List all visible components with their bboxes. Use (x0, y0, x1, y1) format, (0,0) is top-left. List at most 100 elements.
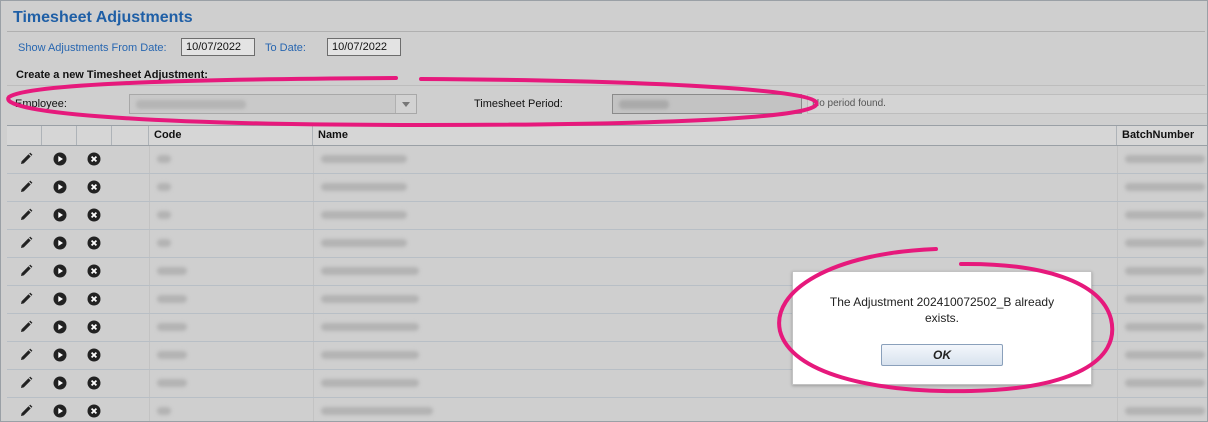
play-circle-icon[interactable] (53, 152, 67, 166)
from-date-input[interactable] (181, 38, 255, 56)
close-circle-icon[interactable] (87, 152, 101, 166)
name-cell-redacted (321, 295, 419, 303)
column-separator (1117, 146, 1118, 173)
column-separator (149, 146, 150, 173)
code-cell-redacted (157, 267, 187, 275)
column-separator (149, 342, 150, 369)
close-circle-icon[interactable] (87, 236, 101, 250)
code-cell-redacted (157, 211, 171, 219)
employee-value-redacted (136, 100, 246, 109)
employee-period-row: Employee: Timesheet Period: No period fo… (7, 92, 1207, 118)
close-circle-icon[interactable] (87, 320, 101, 334)
column-separator (149, 202, 150, 229)
column-separator (1117, 314, 1118, 341)
play-circle-icon[interactable] (53, 292, 67, 306)
play-circle-icon[interactable] (53, 264, 67, 278)
column-separator (313, 258, 314, 285)
pencil-icon[interactable] (19, 404, 33, 418)
pencil-icon[interactable] (19, 180, 33, 194)
date-filter-bar: Show Adjustments From Date: To Date: (9, 35, 1207, 63)
name-cell-redacted (321, 183, 407, 191)
column-separator (149, 174, 150, 201)
timesheet-period-label: Timesheet Period: (474, 98, 563, 110)
close-circle-icon[interactable] (87, 376, 101, 390)
code-cell-redacted (157, 351, 187, 359)
play-circle-icon[interactable] (53, 376, 67, 390)
to-date-input[interactable] (327, 38, 401, 56)
pencil-icon[interactable] (19, 292, 33, 306)
close-circle-icon[interactable] (87, 180, 101, 194)
column-separator (1117, 342, 1118, 369)
batch-cell-redacted (1125, 379, 1205, 387)
batch-cell-redacted (1125, 155, 1205, 163)
code-cell-redacted (157, 407, 171, 415)
app-window: Timesheet Adjustments Show Adjustments F… (0, 0, 1208, 422)
column-separator (313, 174, 314, 201)
table-row[interactable] (7, 398, 1207, 421)
close-circle-icon[interactable] (87, 404, 101, 418)
header-code[interactable]: Code (149, 126, 313, 145)
table-row[interactable] (7, 230, 1207, 258)
code-cell-redacted (157, 295, 187, 303)
close-circle-icon[interactable] (87, 292, 101, 306)
timesheet-period-field[interactable] (612, 94, 802, 114)
play-circle-icon[interactable] (53, 208, 67, 222)
column-separator (313, 286, 314, 313)
play-circle-icon[interactable] (53, 404, 67, 418)
column-separator (1117, 370, 1118, 397)
pencil-icon[interactable] (19, 152, 33, 166)
column-separator (149, 258, 150, 285)
pencil-icon[interactable] (19, 320, 33, 334)
column-separator (313, 398, 314, 421)
header-delete-col (77, 126, 112, 145)
table-row[interactable] (7, 146, 1207, 174)
column-separator (313, 146, 314, 173)
close-circle-icon[interactable] (87, 208, 101, 222)
close-circle-icon[interactable] (87, 264, 101, 278)
header-edit-col (7, 126, 42, 145)
column-separator (149, 398, 150, 421)
pencil-icon[interactable] (19, 208, 33, 222)
no-period-message: No period found. (807, 94, 1207, 114)
play-circle-icon[interactable] (53, 348, 67, 362)
table-row[interactable] (7, 202, 1207, 230)
column-separator (1117, 258, 1118, 285)
ok-button[interactable]: OK (881, 344, 1003, 366)
from-date-label: Show Adjustments From Date: (18, 42, 167, 54)
header-name[interactable]: Name (313, 126, 1117, 145)
pencil-icon[interactable] (19, 348, 33, 362)
column-separator (313, 342, 314, 369)
name-cell-redacted (321, 379, 419, 387)
chevron-down-icon[interactable] (395, 95, 416, 113)
column-separator (313, 230, 314, 257)
column-separator (313, 202, 314, 229)
play-circle-icon[interactable] (53, 320, 67, 334)
create-adjustment-heading: Create a new Timesheet Adjustment: (16, 69, 208, 81)
batch-cell-redacted (1125, 239, 1205, 247)
column-separator (149, 230, 150, 257)
column-separator (149, 314, 150, 341)
column-separator (313, 370, 314, 397)
page-title: Timesheet Adjustments (13, 9, 193, 26)
employee-select[interactable] (129, 94, 417, 114)
code-cell-redacted (157, 239, 171, 247)
name-cell-redacted (321, 407, 433, 415)
name-cell-redacted (321, 155, 407, 163)
batch-cell-redacted (1125, 407, 1205, 415)
batch-cell-redacted (1125, 323, 1205, 331)
column-separator (313, 314, 314, 341)
pencil-icon[interactable] (19, 236, 33, 250)
pencil-icon[interactable] (19, 264, 33, 278)
column-separator (1117, 398, 1118, 421)
close-circle-icon[interactable] (87, 348, 101, 362)
column-separator (149, 370, 150, 397)
batch-cell-redacted (1125, 267, 1205, 275)
code-cell-redacted (157, 323, 187, 331)
play-circle-icon[interactable] (53, 180, 67, 194)
header-batch-number[interactable]: BatchNumber (1117, 126, 1207, 145)
table-row[interactable] (7, 174, 1207, 202)
play-circle-icon[interactable] (53, 236, 67, 250)
header-blank-col (112, 126, 149, 145)
pencil-icon[interactable] (19, 376, 33, 390)
create-divider (7, 85, 1205, 86)
